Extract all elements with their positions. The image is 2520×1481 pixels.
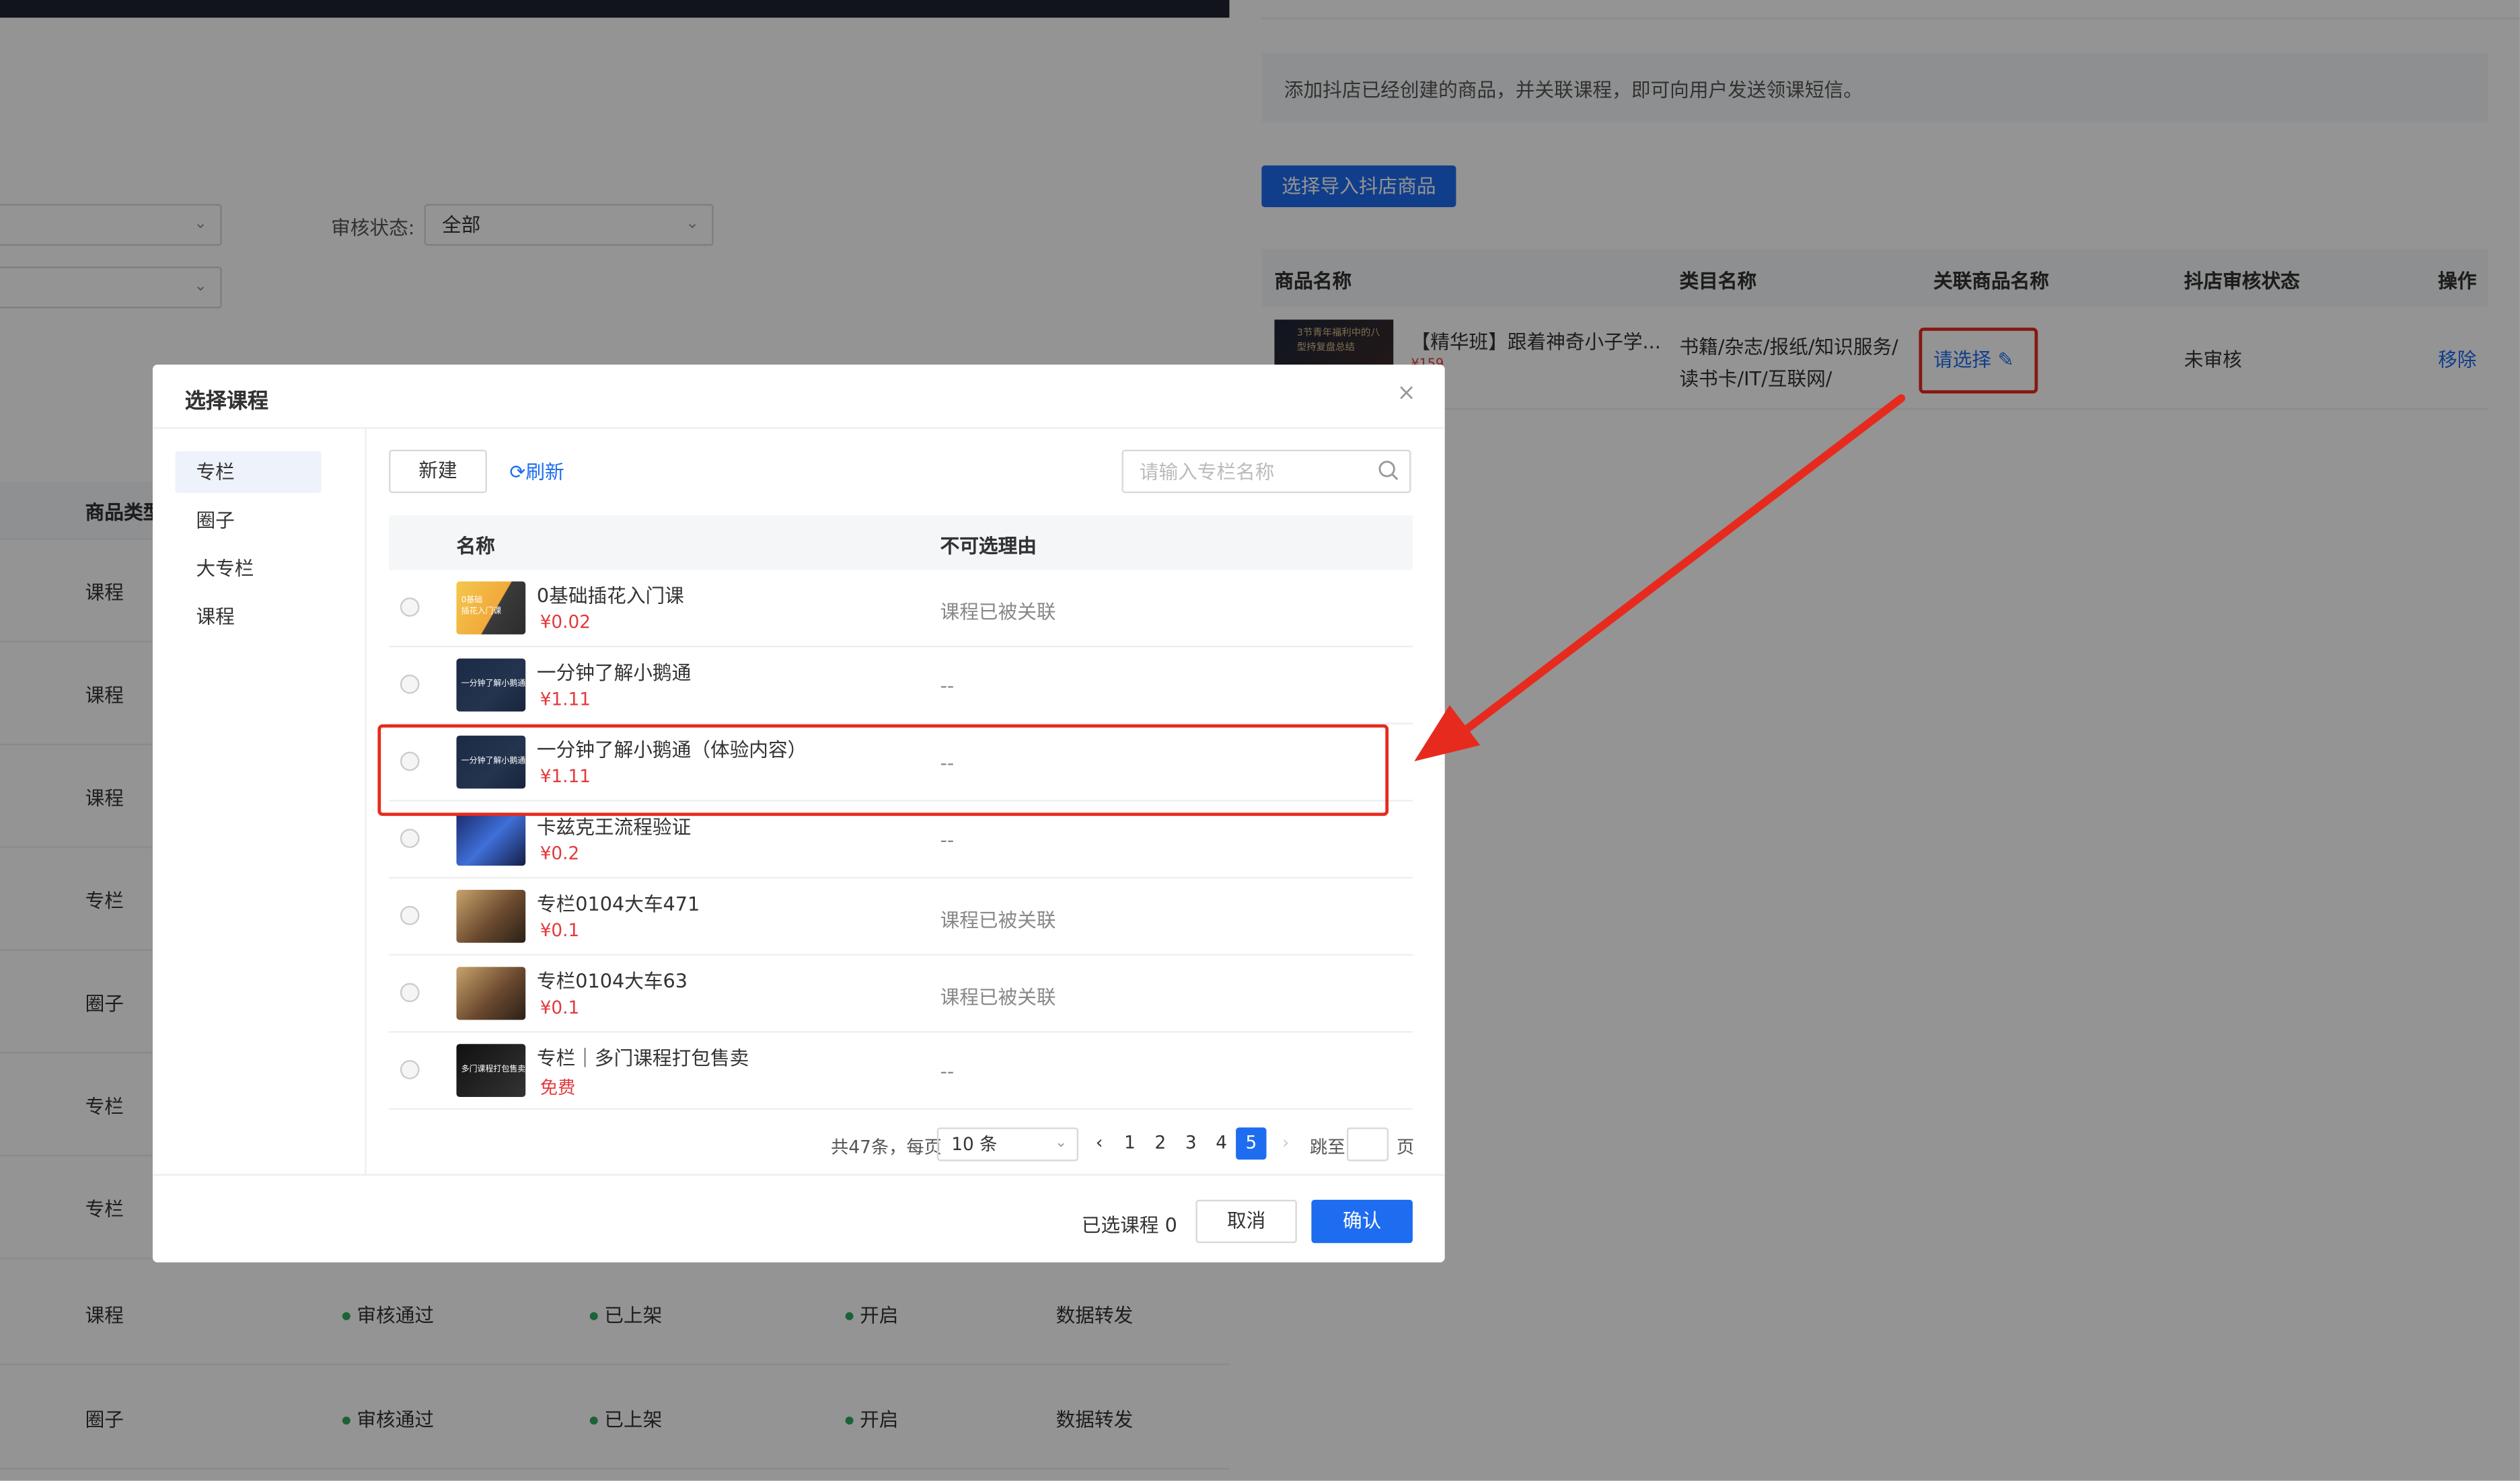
course-name: 专栏0104大车63 [536,970,688,993]
annotation-highlight-course-row [377,724,1389,817]
page-size-select[interactable]: 10 条 ⌄ [936,1127,1079,1162]
table-row[interactable]: 多门课程打包售卖 专栏｜多门课程打包售卖 免费 -- [389,1032,1413,1110]
sidebar-item-course[interactable]: 课程 [175,596,321,638]
unselectable-reason: -- [940,829,955,851]
course-type-sidebar: 专栏 圈子 大专栏 课程 [153,428,367,1174]
table-row[interactable]: 一分钟了解小鹅通 一分钟了解小鹅通 ¥1.11 -- [389,647,1413,724]
pagination-jump-label: 跳至 [1310,1137,1345,1158]
row-radio[interactable] [400,597,420,617]
search-icon[interactable] [1377,459,1399,482]
cancel-button[interactable]: 取消 [1195,1199,1297,1244]
unselectable-reason: -- [940,674,955,697]
dialog-footer: 已选课程 0 取消 确认 [152,1174,1445,1262]
thumbnail-text: 多门课程打包售卖 [461,1065,526,1075]
thumbnail-text: 一分钟了解小鹅通 [461,679,526,689]
course-price: ¥0.1 [540,997,580,1018]
refresh-button[interactable]: ⟳刷新 [509,458,564,486]
selected-count: 已选课程 0 [1081,1214,1177,1237]
row-radio[interactable] [400,829,420,848]
new-button[interactable]: 新建 [389,449,487,494]
pagination: 共47条，每页 10 条 ⌄ ‹ 1 2 3 4 5 › 跳至 页 [831,1127,1425,1163]
pagination-current-page[interactable]: 5 [1236,1127,1267,1160]
course-name: 卡兹克王流程验证 [536,816,692,839]
course-name: 一分钟了解小鹅通 [536,661,692,685]
chevron-down-icon: ⌄ [1055,1135,1068,1152]
course-thumbnail: 0基础 插花入门课 [456,581,526,635]
table-row[interactable]: 专栏0104大车63 ¥0.1 课程已被关联 [389,956,1413,1033]
row-radio[interactable] [400,905,420,925]
unselectable-reason: 课程已被关联 [940,986,1056,1009]
course-price: ¥0.2 [540,843,580,864]
pagination-prev-icon[interactable]: ‹ [1086,1133,1112,1153]
row-radio[interactable] [400,1060,420,1079]
pagination-page[interactable]: 1 [1117,1133,1142,1153]
sidebar-item-circle[interactable]: 圈子 [175,500,321,541]
dialog-header: 选择课程 × [152,365,1445,429]
search-box [1121,449,1411,494]
course-price: ¥0.1 [540,920,580,942]
row-radio[interactable] [400,674,420,694]
course-thumbnail: 一分钟了解小鹅通 [456,658,526,712]
confirm-button[interactable]: 确认 [1311,1199,1413,1244]
unselectable-reason: 课程已被关联 [940,601,1056,623]
pagination-next-icon[interactable]: › [1273,1133,1298,1153]
course-thumbnail [456,889,526,943]
pagination-page[interactable]: 4 [1209,1133,1234,1153]
unselectable-reason: 课程已被关联 [940,909,1056,932]
pagination-page-word: 页 [1397,1137,1415,1158]
sidebar-item-column[interactable]: 专栏 [175,451,322,494]
course-thumbnail [456,812,526,866]
refresh-label: 刷新 [525,461,564,484]
close-icon[interactable]: × [1397,381,1416,406]
table-row[interactable]: 0基础 插花入门课 0基础插花入门课 ¥0.02 课程已被关联 [389,570,1413,648]
course-name: 专栏｜多门课程打包售卖 [536,1047,749,1070]
sidebar-item-big-column[interactable]: 大专栏 [175,547,321,589]
course-table-header: 名称 不可选理由 [389,515,1413,570]
pagination-jump-input[interactable] [1346,1127,1389,1162]
column-header-reason: 不可选理由 [940,535,1037,558]
search-input[interactable] [1123,451,1365,492]
course-price: ¥1.11 [540,689,591,710]
column-header-name: 名称 [456,535,495,558]
thumbnail-text: 0基础 插花入门课 [461,595,502,617]
course-thumbnail: 多门课程打包售卖 [456,1044,526,1098]
course-name: 专栏0104大车471 [536,893,700,916]
course-name: 0基础插花入门课 [536,584,684,607]
course-price: 免费 [540,1077,576,1099]
unselectable-reason: -- [940,1060,955,1083]
refresh-icon: ⟳ [509,461,526,484]
dialog-title: 选择课程 [184,390,269,415]
table-row[interactable]: 专栏0104大车471 ¥0.1 课程已被关联 [389,878,1413,956]
page-size-value: 10 条 [951,1133,998,1155]
row-radio[interactable] [400,983,420,1003]
pagination-page[interactable]: 2 [1148,1133,1173,1153]
course-thumbnail [456,966,526,1020]
pagination-total: 共47条，每页 [831,1137,942,1158]
course-price: ¥0.02 [540,611,591,633]
pagination-page[interactable]: 3 [1178,1133,1203,1153]
